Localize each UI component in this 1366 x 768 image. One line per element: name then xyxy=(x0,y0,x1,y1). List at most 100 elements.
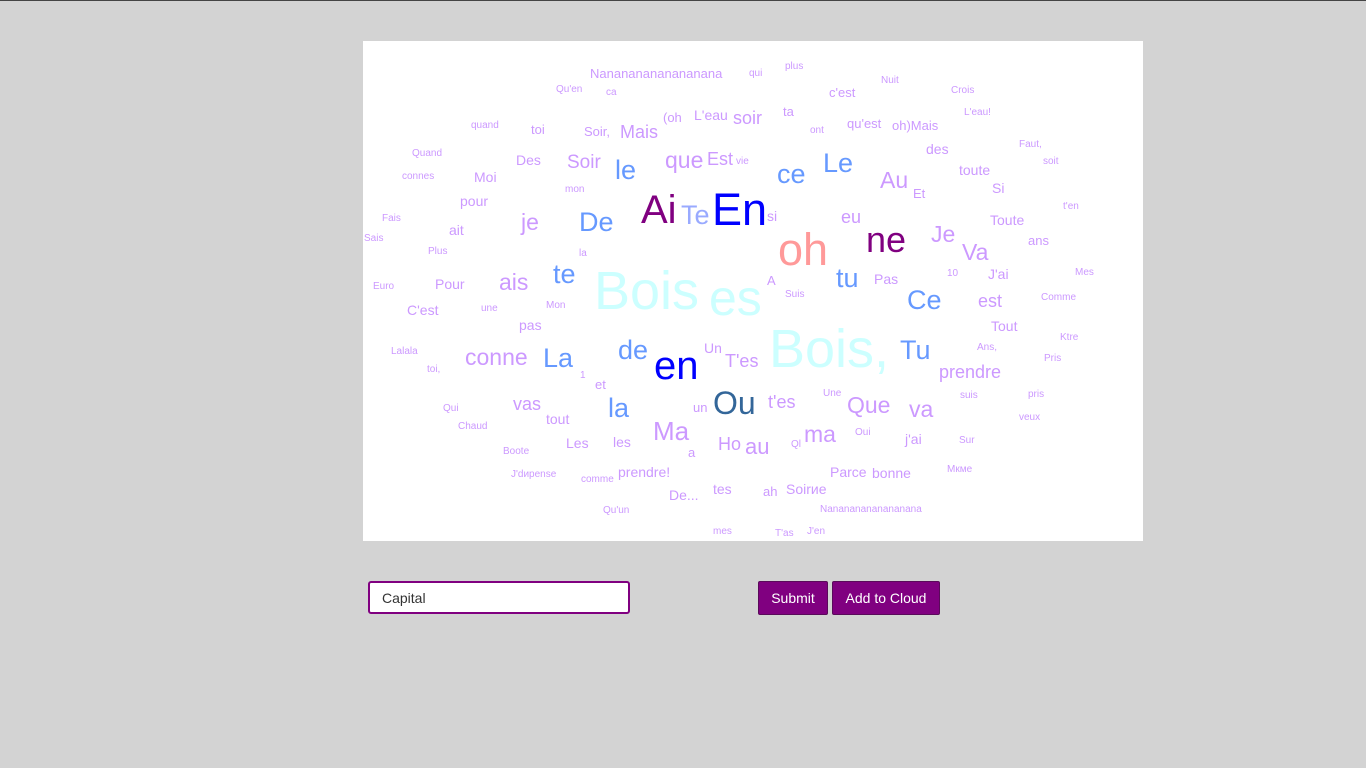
cloud-word: le xyxy=(615,155,637,185)
cloud-word: Toute xyxy=(990,212,1025,228)
cloud-word: qui xyxy=(749,68,763,79)
cloud-word: Mes xyxy=(1075,267,1094,278)
cloud-word: Faut, xyxy=(1019,139,1042,150)
cloud-word: te xyxy=(553,259,576,289)
cloud-word: Soir xyxy=(567,152,601,173)
cloud-word: Tout xyxy=(991,318,1018,334)
cloud-word: (oh xyxy=(663,110,682,125)
cloud-word: Ma xyxy=(653,416,690,446)
cloud-word: ce xyxy=(777,159,806,189)
cloud-word: tout xyxy=(546,411,570,427)
cloud-word: Mon xyxy=(546,300,566,311)
cloud-word: une xyxy=(481,303,498,314)
cloud-word: ta xyxy=(783,104,794,119)
cloud-word: est xyxy=(978,291,1003,311)
cloud-word: si xyxy=(767,208,778,224)
cloud-word: que xyxy=(665,147,704,173)
cloud-word: prendre xyxy=(939,362,1002,382)
cloud-word: Soir, xyxy=(584,124,611,139)
cloud-word: Ktre xyxy=(1060,332,1079,343)
cloud-word: t'es xyxy=(768,392,796,412)
window-top-border xyxy=(0,0,1366,1)
cloud-word: Des xyxy=(516,152,541,168)
cloud-word: Chaud xyxy=(458,421,488,432)
cloud-word: tu xyxy=(836,263,859,293)
cloud-word: 1 xyxy=(580,370,586,381)
cloud-word: c'est xyxy=(829,85,856,100)
cloud-word: A xyxy=(767,273,776,288)
cloud-word: t'en xyxy=(1063,201,1079,212)
cloud-word: eu xyxy=(841,207,862,227)
cloud-word: T'as xyxy=(775,528,794,539)
cloud-word: Sur xyxy=(959,435,975,446)
cloud-word: La xyxy=(543,343,574,373)
cloud-word: ca xyxy=(606,87,617,98)
cloud-word: Ai xyxy=(641,188,677,232)
cloud-word: En xyxy=(712,184,768,235)
cloud-word: De xyxy=(579,207,614,237)
cloud-word: Nuit xyxy=(881,75,899,86)
cloud-word: Pour xyxy=(435,276,465,292)
cloud-word: un xyxy=(693,400,708,415)
cloud-word: Moi xyxy=(474,169,497,185)
cloud-word: de xyxy=(618,335,649,365)
cloud-word: Lalala xyxy=(391,346,418,357)
cloud-word: les xyxy=(613,434,631,450)
cloud-word: Si xyxy=(992,180,1005,196)
cloud-word: Je xyxy=(931,221,956,247)
cloud-word: Ce xyxy=(907,285,942,315)
cloud-word: Euro xyxy=(373,281,395,292)
cloud-word: vas xyxy=(513,394,542,414)
cloud-word: des xyxy=(926,141,949,157)
cloud-word: ont xyxy=(810,125,824,136)
submit-button[interactable]: Submit xyxy=(758,581,828,615)
cloud-word: J'ai xyxy=(988,266,1009,282)
cloud-word: Comme xyxy=(1041,292,1077,303)
cloud-word: Quand xyxy=(412,148,443,159)
cloud-word: et xyxy=(595,377,606,392)
cloud-word: soir xyxy=(733,108,763,128)
cloud-word: Oui xyxy=(855,427,871,438)
cloud-word: la xyxy=(579,248,587,259)
cloud-word: qu'est xyxy=(847,116,882,131)
cloud-word: j'ai xyxy=(905,431,922,447)
cloud-word: Au xyxy=(880,167,909,193)
cloud-word: tes xyxy=(713,481,732,497)
cloud-word: prendre! xyxy=(618,464,671,480)
cloud-word: bonne xyxy=(872,465,911,481)
cloud-word: Ql xyxy=(791,439,801,450)
cloud-word: Nanananananananana xyxy=(590,66,723,81)
cloud-word: L'eau! xyxy=(964,107,991,118)
cloud-word: ans xyxy=(1028,233,1049,248)
cloud-word: veux xyxy=(1019,412,1041,423)
cloud-word: Plus xyxy=(428,246,448,257)
cloud-word: Qui xyxy=(443,403,459,414)
cloud-word: Ou xyxy=(713,385,756,421)
cloud-word: Le xyxy=(823,148,854,178)
cloud-word: ne xyxy=(866,219,907,260)
cloud-word: plus xyxy=(785,61,804,72)
cloud-word: Qu'en xyxy=(556,84,583,95)
cloud-word: Tu xyxy=(900,335,931,365)
cloud-word: ait xyxy=(449,222,464,238)
cloud-word: Un xyxy=(704,340,722,356)
cloud-word: connes xyxy=(402,171,435,182)
cloud-word: Est xyxy=(707,149,734,169)
cloud-word: Sais xyxy=(364,233,384,244)
cloud-word: Te xyxy=(681,200,710,230)
cloud-word: Мкме xyxy=(947,464,973,475)
cloud-word: Une xyxy=(823,388,842,399)
word-input[interactable] xyxy=(368,581,630,614)
cloud-word: Fais xyxy=(382,213,401,224)
add-to-cloud-button[interactable]: Add to Cloud xyxy=(832,581,940,615)
cloud-word: mes xyxy=(713,526,732,537)
cloud-word: toute xyxy=(959,162,991,178)
cloud-word: vie xyxy=(736,156,749,167)
cloud-word: suis xyxy=(960,390,978,401)
cloud-word: Suis xyxy=(785,289,805,300)
cloud-word: J'en xyxy=(807,526,826,537)
cloud-word: J'dиpense xyxy=(511,469,557,480)
cloud-word: pour xyxy=(460,193,489,209)
cloud-word: L'eau xyxy=(694,107,728,123)
cloud-word: Qu'un xyxy=(603,505,630,516)
